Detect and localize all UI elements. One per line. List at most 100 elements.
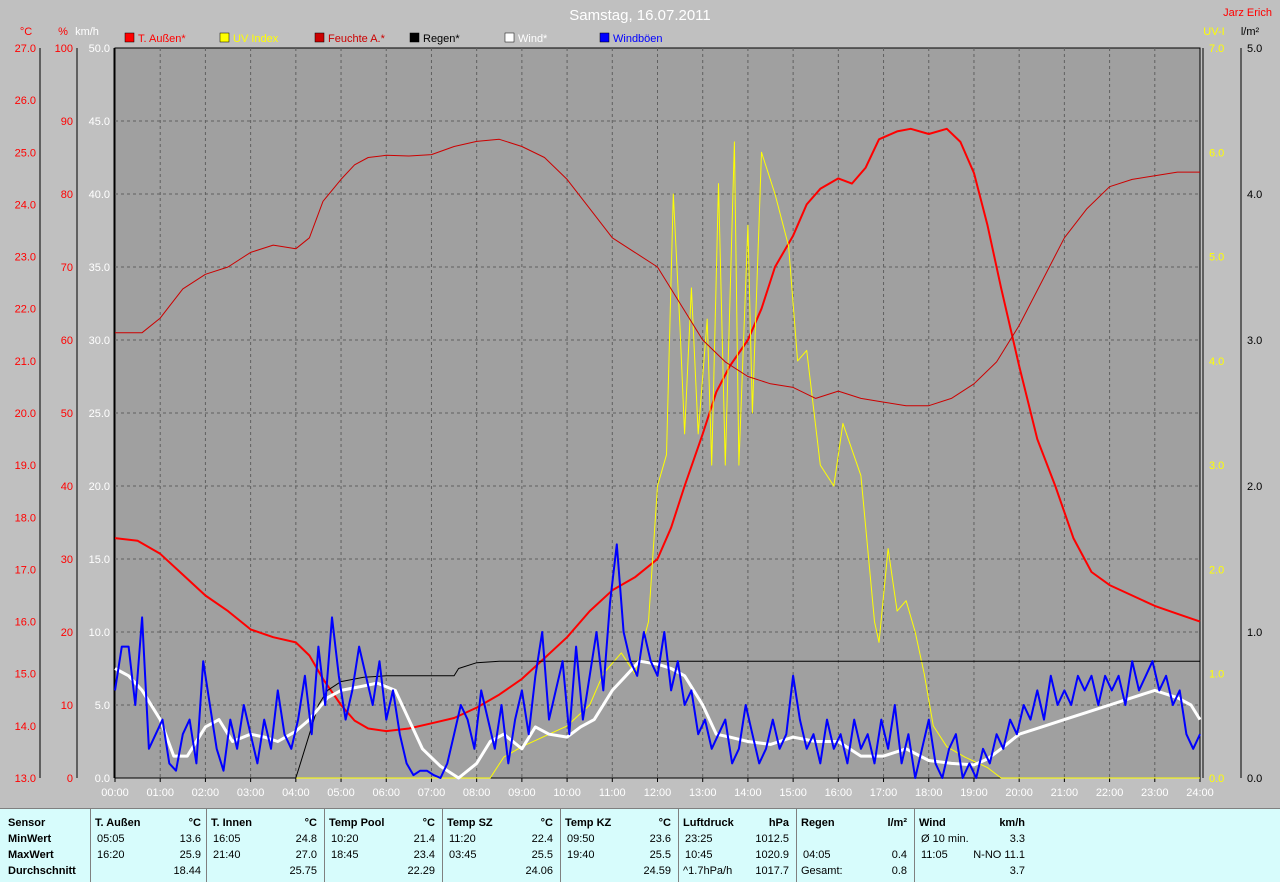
y-tick-label-temp: 23.0 xyxy=(15,252,36,264)
y-tick-label-temp: 27.0 xyxy=(15,43,36,55)
y-tick-label-uv: 7.0 xyxy=(1209,43,1224,55)
avg-value: 25.75 xyxy=(289,865,317,877)
min-value: 22.4 xyxy=(531,833,553,845)
max-time: 16:20 xyxy=(97,849,125,861)
x-tick-label: 19:00 xyxy=(960,787,988,799)
sensor-unit: °C xyxy=(304,817,317,829)
sensor-column: Regen l/m² 04:05 0.4 Gesamt: 0.8 xyxy=(796,809,914,882)
legend-swatch xyxy=(314,32,325,43)
legend-label: Wind* xyxy=(518,33,548,45)
legend-label: T. Außen* xyxy=(138,33,186,45)
x-tick-label: 21:00 xyxy=(1051,787,1079,799)
sensor-unit: km/h xyxy=(999,817,1025,829)
min-value: 1012.5 xyxy=(755,833,789,845)
x-tick-label: 13:00 xyxy=(689,787,717,799)
avg-value: 0.8 xyxy=(891,865,907,877)
y-tick-label-uv: 0.0 xyxy=(1209,773,1224,785)
y-tick-label-humidity: 40 xyxy=(61,481,73,493)
max-value: 27.0 xyxy=(295,849,317,861)
y-tick-label-temp: 24.0 xyxy=(15,199,36,211)
y-tick-label-temp: 15.0 xyxy=(15,669,36,681)
x-tick-label: 10:00 xyxy=(553,787,581,799)
y-tick-label-humidity: 80 xyxy=(61,189,73,201)
y-tick-label-uv: 2.0 xyxy=(1209,564,1224,576)
y-tick-label-humidity: 90 xyxy=(61,116,73,128)
y-tick-label-wind: 20.0 xyxy=(89,481,110,493)
avg-value: 1017.7 xyxy=(755,865,789,877)
sensor-unit: l/m² xyxy=(887,817,907,829)
chart-author: Jarz Erich xyxy=(1223,7,1272,19)
y-tick-label-temp: 21.0 xyxy=(15,356,36,368)
legend-swatch xyxy=(504,32,515,43)
y-tick-label-humidity: 50 xyxy=(61,408,73,420)
sensor-name: Regen xyxy=(801,817,835,829)
sensor-unit: °C xyxy=(658,817,671,829)
sensor-name: Temp SZ xyxy=(447,817,493,829)
y-tick-label-temp: 14.0 xyxy=(15,721,36,733)
axis-unit-rain: l/m² xyxy=(1241,26,1260,38)
max-value: 23.4 xyxy=(413,849,435,861)
x-tick-label: 02:00 xyxy=(192,787,220,799)
legend-swatch xyxy=(219,32,230,43)
y-tick-label-rain: 0.0 xyxy=(1247,773,1262,785)
y-tick-label-temp: 17.0 xyxy=(15,564,36,576)
y-tick-label-rain: 5.0 xyxy=(1247,43,1262,55)
y-tick-label-humidity: 70 xyxy=(61,262,73,274)
max-value: 1020.9 xyxy=(755,849,789,861)
weather-chart: 00:00 01:00 02:00 03:00 04:00 05:00 06:00 07:00… xyxy=(0,0,1280,805)
max-time: 11:05 xyxy=(921,849,948,861)
x-tick-label: 15:00 xyxy=(779,787,807,799)
min-time: 10:20 xyxy=(331,833,359,845)
sensor-column: Wind km/h Ø 10 min. 3.3 11:05 N-NO 11.1 3.7 xyxy=(914,809,1032,882)
y-tick-label-humidity: 0 xyxy=(67,773,73,785)
y-tick-label-wind: 15.0 xyxy=(89,554,110,566)
row-label: Durchschnitt xyxy=(8,865,76,877)
sensor-column: T. Außen °C 05:05 13.6 16:20 25.9 18.44 xyxy=(90,809,208,882)
chart-canvas: 00:00 01:00 02:00 03:00 04:00 05:00 06:00 07:00… xyxy=(15,7,1272,799)
max-time: 18:45 xyxy=(331,849,359,861)
row-label: MaxWert xyxy=(8,849,54,861)
sensor-summary-table: Sensor MinWert MaxWert Durchschnitt T. Außen… xyxy=(0,808,1280,882)
x-tick-label: 20:00 xyxy=(1005,787,1033,799)
legend-swatch xyxy=(409,32,420,43)
max-value: 25.9 xyxy=(179,849,201,861)
legend-label: Regen* xyxy=(423,33,460,45)
y-tick-label-humidity: 10 xyxy=(61,700,73,712)
x-tick-label: 01:00 xyxy=(146,787,174,799)
x-tick-label: 06:00 xyxy=(372,787,400,799)
sensor-column: Luftdruck hPa 23:25 1012.5 10:45 1020.9 ^1.7hP… xyxy=(678,809,796,882)
row-label: Sensor xyxy=(8,817,46,829)
x-tick-label: 05:00 xyxy=(327,787,355,799)
max-time: 21:40 xyxy=(213,849,241,861)
max-value: 25.5 xyxy=(531,849,553,861)
sensor-column: Temp KZ °C 09:50 23.6 19:40 25.5 24.59 xyxy=(560,809,678,882)
y-tick-label-uv: 4.0 xyxy=(1209,356,1224,368)
legend-label: UV Index xyxy=(233,33,279,45)
min-time: 05:05 xyxy=(97,833,125,845)
x-tick-label: 14:00 xyxy=(734,787,762,799)
x-tick-label: 22:00 xyxy=(1096,787,1124,799)
max-value: 25.5 xyxy=(649,849,671,861)
y-tick-label-temp: 16.0 xyxy=(15,617,36,629)
y-tick-label-uv: 5.0 xyxy=(1209,252,1224,264)
max-time: 03:45 xyxy=(449,849,477,861)
sensor-column: T. Innen °C 16:05 24.8 21:40 27.0 25.75 xyxy=(206,809,324,882)
y-tick-label-temp: 26.0 xyxy=(15,95,36,107)
avg-value: 18.44 xyxy=(173,865,201,877)
x-tick-label: 00:00 xyxy=(101,787,129,799)
min-value: 23.6 xyxy=(649,833,671,845)
min-value: 13.6 xyxy=(179,833,201,845)
min-value: 24.8 xyxy=(295,833,317,845)
y-tick-label-humidity: 60 xyxy=(61,335,73,347)
min-value: 3.3 xyxy=(1009,833,1025,845)
y-tick-label-rain: 3.0 xyxy=(1247,335,1262,347)
sensor-name: Temp KZ xyxy=(565,817,612,829)
x-tick-label: 03:00 xyxy=(237,787,265,799)
axis-unit-wind: km/h xyxy=(75,26,99,38)
y-tick-label-temp: 22.0 xyxy=(15,304,36,316)
x-tick-label: 24:00 xyxy=(1186,787,1214,799)
y-tick-label-humidity: 20 xyxy=(61,627,73,639)
avg-value: 22.29 xyxy=(407,865,435,877)
y-tick-label-wind: 5.0 xyxy=(95,700,110,712)
x-tick-label: 07:00 xyxy=(418,787,446,799)
